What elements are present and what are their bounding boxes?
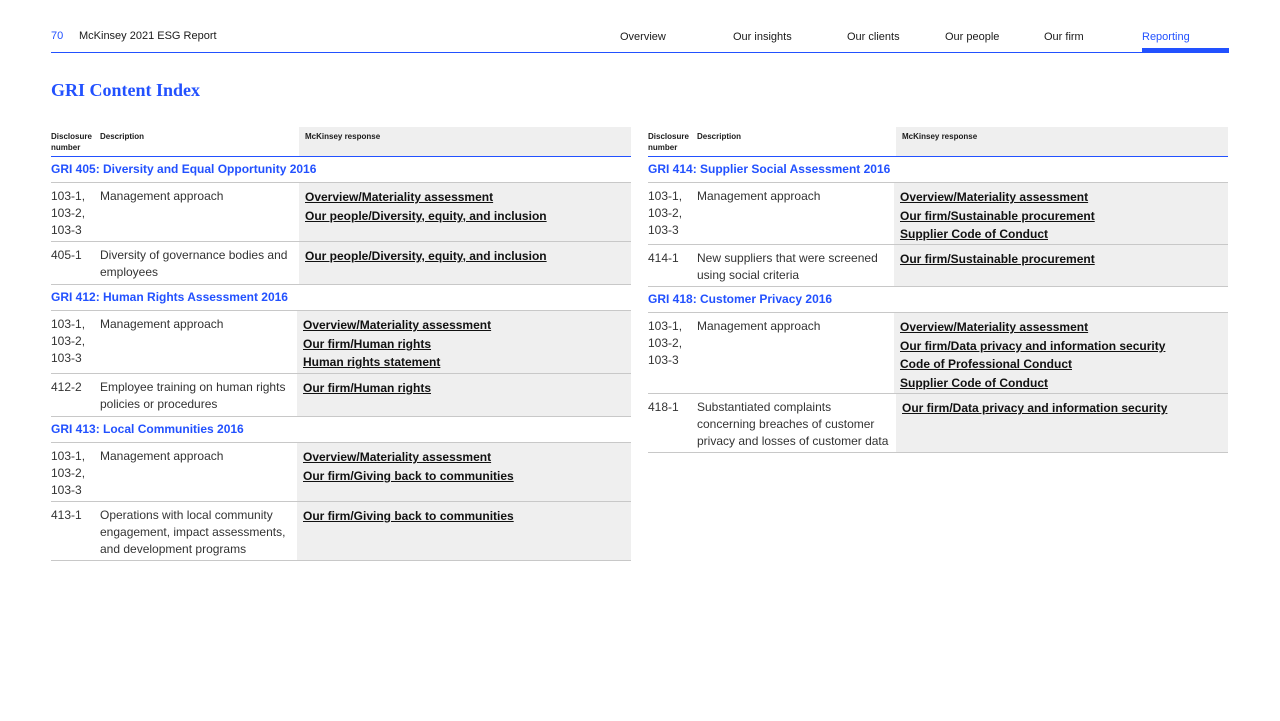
link-giving-back-communities[interactable]: Our firm/Giving back to communities <box>303 467 625 486</box>
nav-reporting[interactable]: Reporting <box>1142 31 1190 43</box>
active-tab-indicator <box>1142 48 1229 52</box>
header-mckinsey-response: McKinsey response <box>896 127 1228 156</box>
mckinsey-response: Our firm/Sustainable procurement <box>894 245 1228 286</box>
description: Diversity of governance bodies and emplo… <box>100 248 288 279</box>
table-row: 103-1, 103-2, 103-3 Management approach … <box>648 183 1228 245</box>
mckinsey-response: Our firm/Human rights <box>297 374 631 416</box>
description: Management approach <box>100 449 224 463</box>
table-header: Disclosure number Description McKinsey r… <box>648 127 1228 157</box>
section-header: GRI 412: Human Rights Assessment 2016 <box>51 285 631 311</box>
link-diversity-equity-inclusion[interactable]: Our people/Diversity, equity, and inclus… <box>305 247 625 266</box>
section-header: GRI 418: Customer Privacy 2016 <box>648 287 1228 313</box>
disclosure-number: 103-1, 103-2, 103-3 <box>648 189 683 237</box>
table-row: 418-1 Substantiated complaints concernin… <box>648 394 1228 453</box>
description: New suppliers that were screened using s… <box>697 251 878 282</box>
gri-table-left: Disclosure number Description McKinsey r… <box>51 127 631 561</box>
table-row: 412-2 Employee training on human rights … <box>51 374 631 417</box>
disclosure-number: 418-1 <box>648 400 679 414</box>
mckinsey-response: Our people/Diversity, equity, and inclus… <box>299 242 631 284</box>
disclosure-number: 412-2 <box>51 380 82 394</box>
table-row: 103-1, 103-2, 103-3 Management approach … <box>51 311 631 374</box>
mckinsey-response: Overview/Materiality assessment Our firm… <box>297 311 631 373</box>
description: Management approach <box>100 189 224 203</box>
mckinsey-response: Our firm/Data privacy and information se… <box>896 394 1228 452</box>
top-nav-bar: 70 McKinsey 2021 ESG Report Overview Our… <box>51 0 1229 53</box>
link-sustainable-procurement[interactable]: Our firm/Sustainable procurement <box>900 207 1222 226</box>
table-row: 405-1 Diversity of governance bodies and… <box>51 242 631 285</box>
disclosure-number: 103-1, 103-2, 103-3 <box>648 319 683 367</box>
disclosure-number: 103-1, 103-2, 103-3 <box>51 189 86 237</box>
page-title: GRI Content Index <box>51 80 201 100</box>
disclosure-number: 413-1 <box>51 508 82 522</box>
description: Management approach <box>100 317 224 331</box>
header-mckinsey-response: McKinsey response <box>299 127 631 156</box>
mckinsey-response: Our firm/Giving back to communities <box>297 502 631 560</box>
nav-our-clients[interactable]: Our clients <box>847 31 900 43</box>
link-sustainable-procurement[interactable]: Our firm/Sustainable procurement <box>900 250 1222 269</box>
link-human-rights[interactable]: Our firm/Human rights <box>303 335 625 354</box>
mckinsey-response: Overview/Materiality assessment Our firm… <box>894 183 1228 244</box>
nav-overview[interactable]: Overview <box>620 31 666 43</box>
link-human-rights-statement[interactable]: Human rights statement <box>303 353 625 372</box>
nav-our-firm[interactable]: Our firm <box>1044 31 1084 43</box>
table-row: 414-1 New suppliers that were screened u… <box>648 245 1228 287</box>
disclosure-number: 103-1, 103-2, 103-3 <box>51 317 86 365</box>
link-data-privacy-security[interactable]: Our firm/Data privacy and information se… <box>900 337 1222 356</box>
mckinsey-response: Overview/Materiality assessment Our firm… <box>297 443 631 501</box>
mckinsey-response: Overview/Materiality assessment Our firm… <box>894 313 1228 393</box>
header-disclosure-number: Disclosure number <box>51 132 92 152</box>
link-diversity-equity-inclusion[interactable]: Our people/Diversity, equity, and inclus… <box>305 207 625 226</box>
disclosure-number: 103-1, 103-2, 103-3 <box>51 449 86 497</box>
link-supplier-code-of-conduct[interactable]: Supplier Code of Conduct <box>900 225 1222 244</box>
link-materiality-assessment[interactable]: Overview/Materiality assessment <box>305 188 625 207</box>
table-row: 103-1, 103-2, 103-3 Management approach … <box>51 183 631 242</box>
disclosure-number: 414-1 <box>648 251 679 265</box>
report-title: McKinsey 2021 ESG Report <box>79 30 217 42</box>
header-disclosure-number: Disclosure number <box>648 132 689 152</box>
disclosure-number: 405-1 <box>51 248 82 262</box>
table-row: 413-1 Operations with local community en… <box>51 502 631 561</box>
nav-our-insights[interactable]: Our insights <box>733 31 792 43</box>
header-description: Description <box>697 132 742 141</box>
link-supplier-code-of-conduct[interactable]: Supplier Code of Conduct <box>900 374 1222 393</box>
link-code-of-professional-conduct[interactable]: Code of Professional Conduct <box>900 355 1222 374</box>
link-giving-back-communities[interactable]: Our firm/Giving back to communities <box>303 507 625 526</box>
link-human-rights[interactable]: Our firm/Human rights <box>303 379 625 398</box>
header-description: Description <box>100 132 145 141</box>
section-header: GRI 405: Diversity and Equal Opportunity… <box>51 157 631 183</box>
description: Substantiated complaints concerning brea… <box>697 400 889 448</box>
nav-our-people[interactable]: Our people <box>945 31 999 43</box>
link-materiality-assessment[interactable]: Overview/Materiality assessment <box>900 188 1222 207</box>
section-header: GRI 413: Local Communities 2016 <box>51 417 631 443</box>
description: Management approach <box>697 189 821 203</box>
description: Operations with local community engageme… <box>100 508 286 556</box>
table-row: 103-1, 103-2, 103-3 Management approach … <box>51 443 631 502</box>
gri-table-right: Disclosure number Description McKinsey r… <box>648 127 1228 453</box>
description: Management approach <box>697 319 821 333</box>
section-header: GRI 414: Supplier Social Assessment 2016 <box>648 157 1228 183</box>
mckinsey-response: Overview/Materiality assessment Our peop… <box>299 183 631 241</box>
link-materiality-assessment[interactable]: Overview/Materiality assessment <box>900 318 1222 337</box>
table-header: Disclosure number Description McKinsey r… <box>51 127 631 157</box>
table-row: 103-1, 103-2, 103-3 Management approach … <box>648 313 1228 394</box>
description: Employee training on human rights polici… <box>100 380 286 411</box>
link-materiality-assessment[interactable]: Overview/Materiality assessment <box>303 316 625 335</box>
page-number: 70 <box>51 30 64 42</box>
link-materiality-assessment[interactable]: Overview/Materiality assessment <box>303 448 625 467</box>
link-data-privacy-security[interactable]: Our firm/Data privacy and information se… <box>902 399 1222 418</box>
